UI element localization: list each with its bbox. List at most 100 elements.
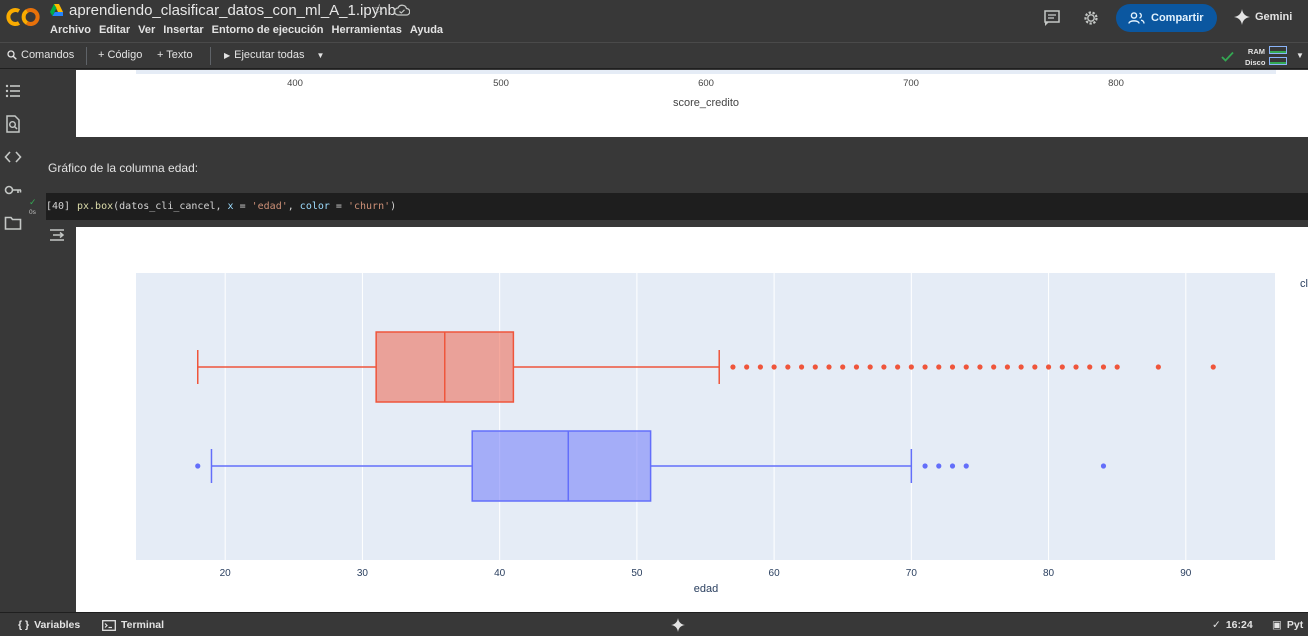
menu-editar[interactable]: Editar [99, 24, 130, 36]
outlier-point [1114, 364, 1120, 370]
outlier-point [908, 364, 914, 370]
code-function: px.box [77, 201, 114, 212]
notebook-toolbar: Comandos + Código + Texto ▶ Ejecutar tod… [0, 42, 1308, 69]
people-icon [1128, 12, 1145, 24]
outlier-point [949, 463, 956, 469]
outlier-point [812, 364, 818, 370]
iqr-box [471, 430, 652, 502]
gemini-sparkle-icon [1234, 9, 1250, 25]
google-drive-icon[interactable] [50, 4, 63, 16]
run-status-check-icon[interactable]: ✓ [29, 197, 37, 208]
menu-entorno[interactable]: Entorno de ejecución [212, 24, 324, 36]
menu-archivo[interactable]: Archivo [50, 24, 91, 36]
share-label: Compartir [1151, 12, 1204, 24]
outlier-point [840, 364, 846, 370]
outlier-point [1155, 364, 1161, 370]
resources-indicator[interactable]: RAM Disco [1245, 46, 1265, 68]
variables-label: Variables [34, 619, 81, 631]
status-bar: { } Variables Terminal ✓ 16:24 ▣ Pyt [0, 612, 1308, 636]
outlier-point [1087, 364, 1093, 370]
ram-usage-bar [1269, 46, 1287, 54]
colab-logo-icon[interactable] [6, 6, 40, 28]
previous-cell-output: 400 500 600 700 800 score_credito [76, 70, 1308, 137]
outlier-point [922, 364, 928, 370]
x-tick-labels: 20 30 40 50 60 70 80 90 [220, 568, 1192, 579]
outlier-point [1210, 364, 1216, 370]
outlier-point [771, 364, 777, 370]
runtime-label: Pyt [1286, 619, 1304, 631]
play-icon: ▶ [224, 50, 231, 60]
code-string-edad: 'edad' [251, 201, 288, 212]
x-tick-label: 30 [357, 568, 369, 579]
execution-count: [40] [46, 201, 71, 212]
output-actions-icon[interactable] [49, 227, 67, 243]
run-duration: 0s [29, 209, 36, 216]
gemini-sparkle-icon[interactable] [671, 618, 685, 632]
plot-area [136, 273, 1275, 560]
share-button[interactable]: Compartir [1116, 4, 1217, 32]
checkmark-icon: ✓ [1212, 619, 1221, 631]
variables-button[interactable]: { } Variables [18, 619, 80, 631]
markdown-cell-text[interactable]: Gráfico de la columna edad: [48, 161, 198, 175]
code-snippets-icon[interactable] [4, 148, 22, 166]
runtime-status[interactable]: ▣ Pyt [1272, 619, 1303, 631]
menu-herramientas[interactable]: Herramientas [332, 24, 402, 36]
code-editor-line[interactable]: px.box(datos_cli_cancel, x = 'edad', col… [77, 201, 396, 212]
find-replace-icon[interactable] [4, 115, 22, 133]
x-tick-label: 400 [287, 78, 303, 89]
gemini-button[interactable]: Gemini [1234, 9, 1292, 25]
x-axis-title: edad [694, 583, 718, 595]
code-argument: datos_cli_cancel [119, 201, 216, 212]
comments-icon[interactable] [1043, 9, 1061, 27]
menu-insertar[interactable]: Insertar [163, 24, 203, 36]
previous-plot-area [136, 70, 1276, 74]
outlier-point [1045, 364, 1052, 370]
outlier-point [1004, 364, 1011, 370]
toolbar-divider [210, 47, 211, 65]
x-tick-label: 70 [906, 568, 918, 579]
terminal-button[interactable]: Terminal [102, 619, 164, 631]
menu-ayuda[interactable]: Ayuda [410, 24, 443, 36]
notebook-title[interactable]: aprendiendo_clasificar_datos_con_ml_A_1.… [69, 2, 396, 19]
chevron-down-icon[interactable]: ▼ [316, 51, 324, 60]
outlier-point [853, 364, 860, 370]
run-all-button[interactable]: ▶ Ejecutar todas ▼ [224, 49, 324, 61]
outlier-point [963, 463, 969, 469]
outlier-point [785, 364, 791, 370]
add-code-button[interactable]: + Código [98, 49, 142, 61]
box-plot-chart[interactable]: 20 30 40 50 60 70 80 90 edad cl [76, 227, 1308, 612]
outlier-point [977, 364, 983, 370]
add-text-button[interactable]: + Texto [157, 49, 193, 61]
gear-icon[interactable] [1082, 9, 1100, 27]
outlier-point [1100, 364, 1107, 370]
table-of-contents-icon[interactable] [4, 82, 22, 100]
code-param-x: x [227, 201, 234, 212]
outlier-point [991, 364, 997, 370]
star-icon[interactable]: ☆ [373, 1, 386, 18]
cloud-saved-icon[interactable] [394, 4, 410, 16]
outlier-point [936, 364, 942, 370]
x-tick-label: 600 [698, 78, 714, 89]
box-plot-output: 20 30 40 50 60 70 80 90 edad cl [76, 227, 1308, 612]
legend-title: cl [1300, 278, 1308, 290]
code-cell[interactable]: [40] px.box(datos_cli_cancel, x = 'edad'… [46, 193, 1308, 220]
last-run-status[interactable]: ✓ 16:24 [1212, 619, 1253, 631]
outlier-point [826, 364, 832, 370]
outlier-point [867, 364, 873, 370]
gemini-label: Gemini [1255, 11, 1293, 23]
notebook-area: 400 500 600 700 800 score_credito Gráfic… [27, 70, 1308, 612]
run-all-label: Ejecutar todas [234, 49, 305, 61]
folder-icon[interactable] [4, 214, 22, 232]
commands-button[interactable]: Comandos [7, 49, 74, 61]
menu-ver[interactable]: Ver [138, 24, 155, 36]
toolbar-divider [86, 47, 87, 65]
key-icon[interactable] [4, 181, 22, 199]
outlier-point [949, 364, 956, 370]
connected-check-icon[interactable] [1221, 51, 1234, 62]
outlier-point [757, 364, 763, 370]
x-tick-label: 500 [493, 78, 509, 89]
resources-dropdown-icon[interactable]: ▼ [1296, 51, 1304, 60]
terminal-label: Terminal [121, 619, 164, 631]
x-axis-title: score_credito [672, 97, 740, 109]
outlier-point [1059, 364, 1065, 370]
